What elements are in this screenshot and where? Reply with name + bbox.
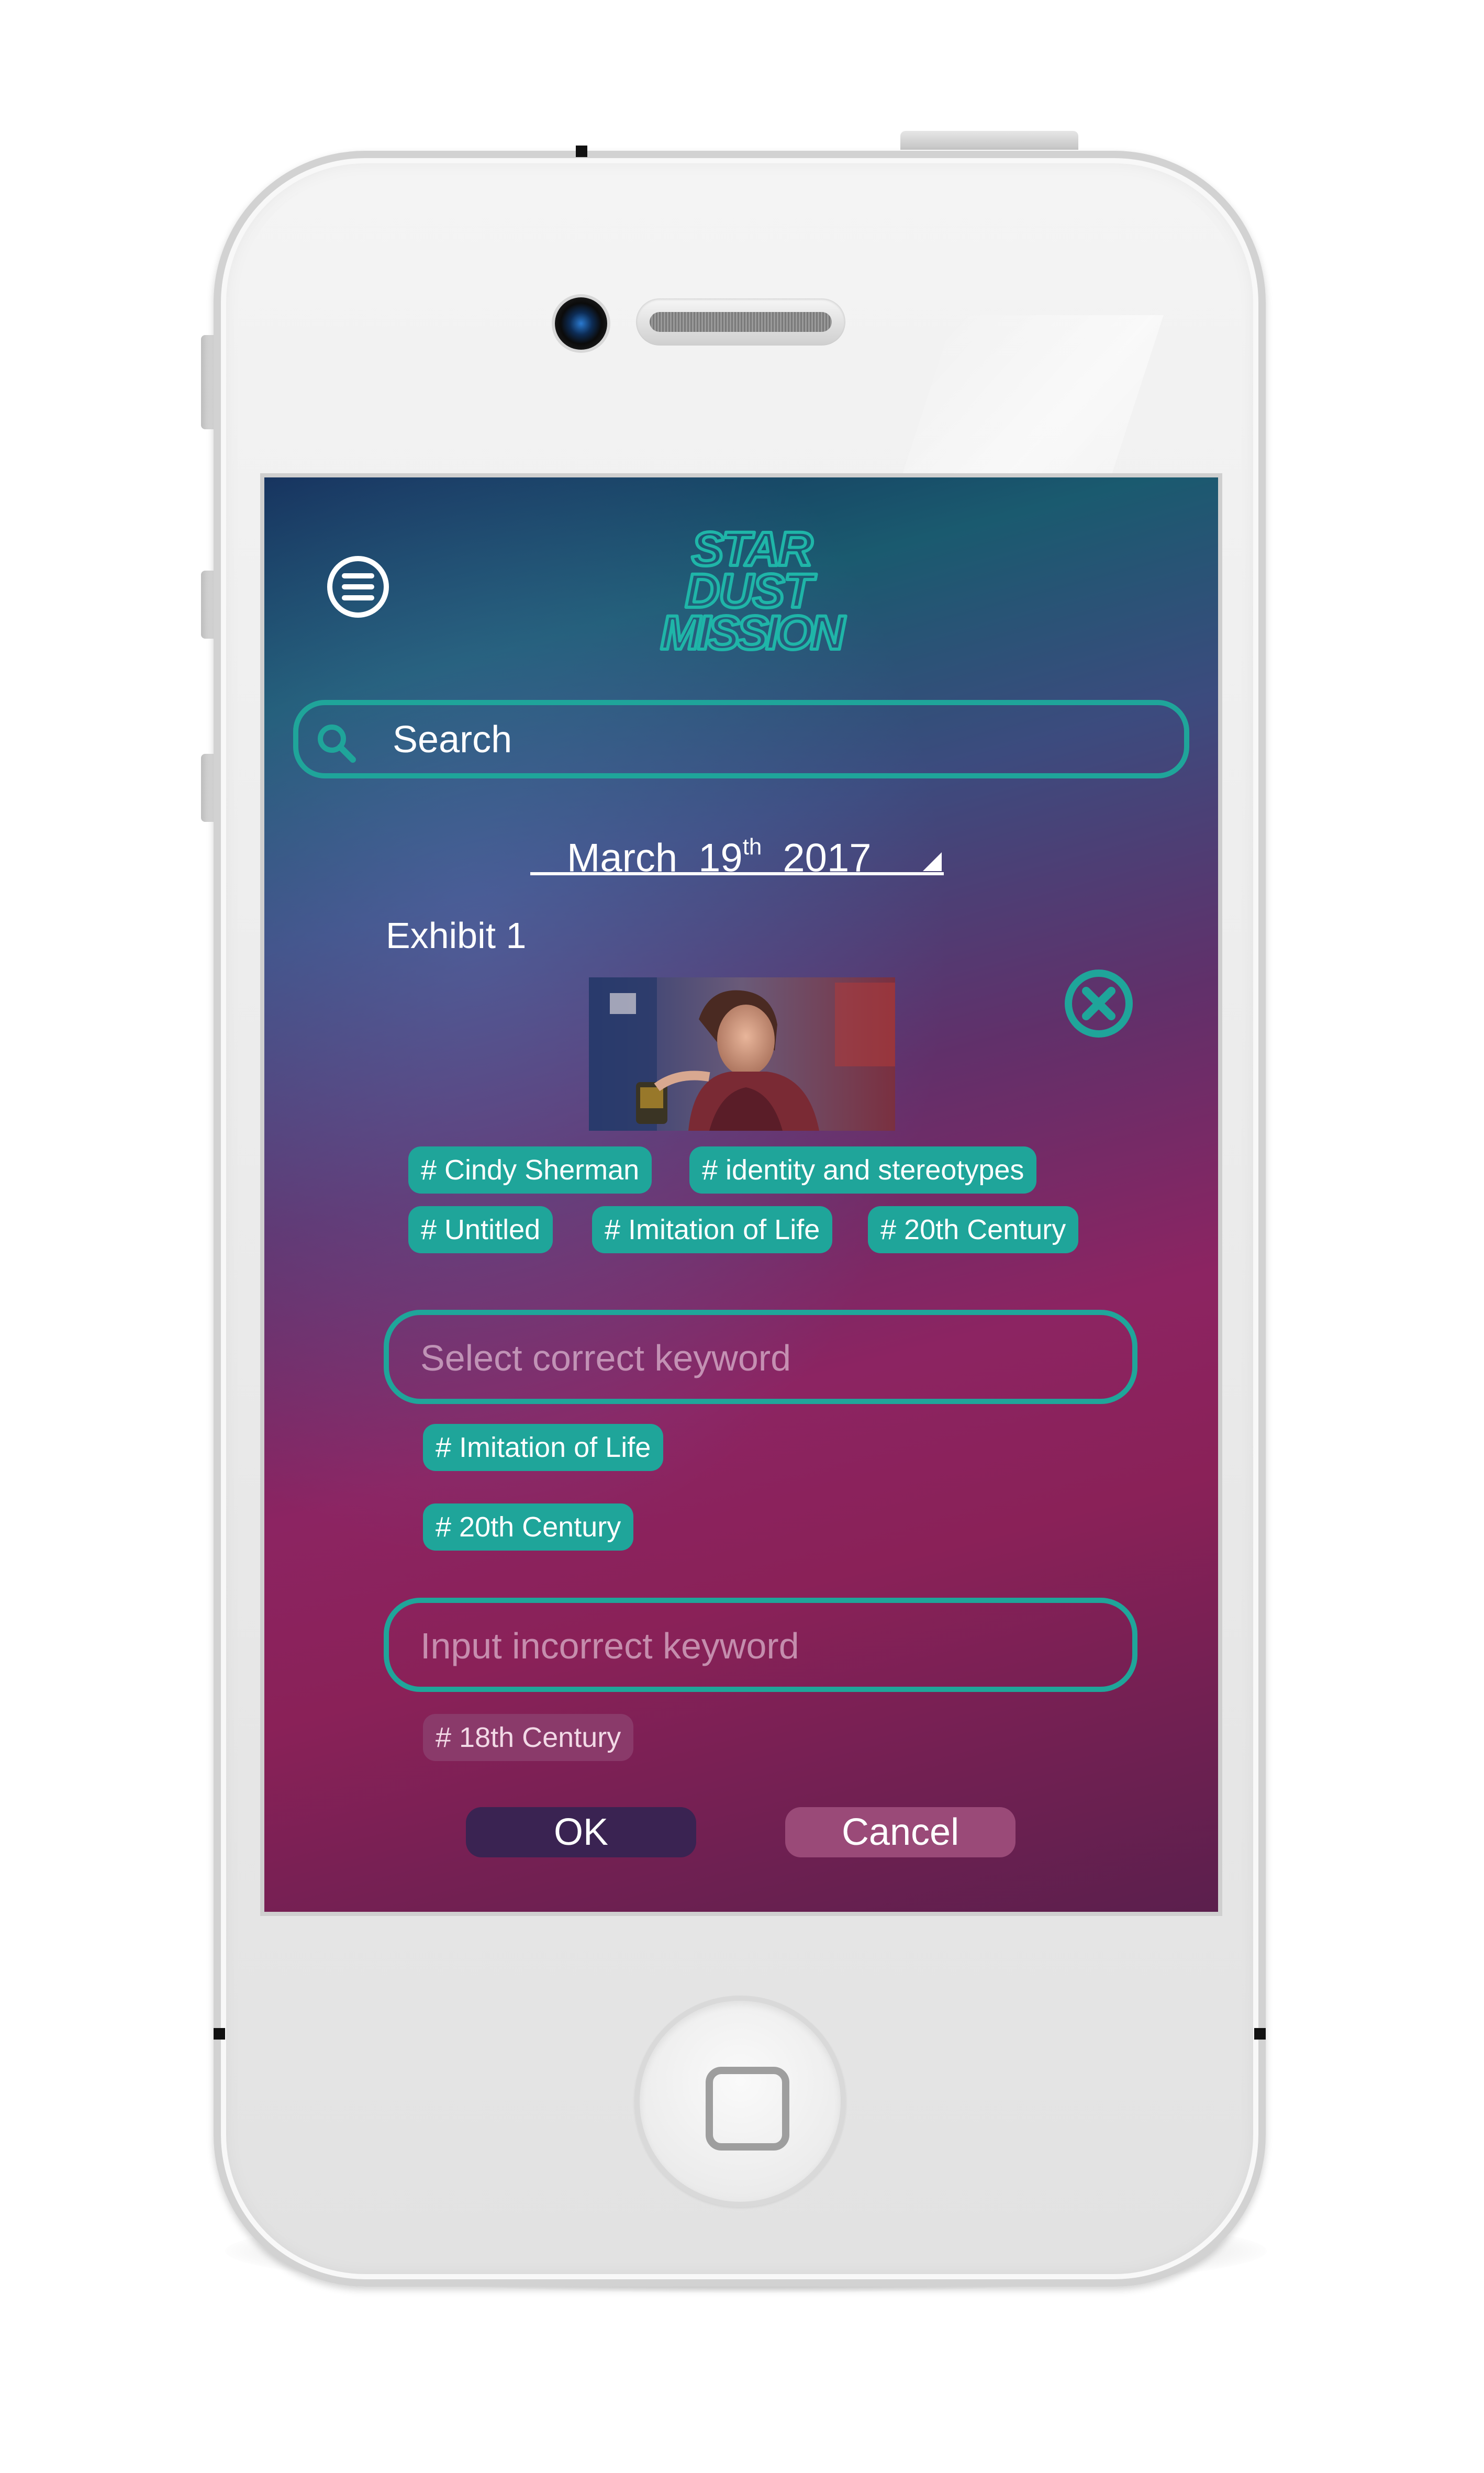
logo-line-3: MISSION (661, 606, 846, 655)
date-year: 2017 (783, 836, 872, 881)
date-dropdown[interactable]: March 19th 2017 (530, 823, 944, 879)
front-camera (555, 297, 607, 350)
correct-keyword-input[interactable] (420, 1337, 1048, 1379)
exhibit-photo[interactable] (589, 977, 895, 1131)
search-label: Search (393, 719, 512, 761)
keyword-tag[interactable]: # Imitation of Life (592, 1206, 833, 1253)
exhibit-title: Exhibit 1 (386, 915, 527, 956)
date-day-suffix: th (742, 834, 762, 860)
keyword-tag[interactable]: # Untitled (408, 1206, 553, 1253)
power-button (900, 131, 1078, 150)
date-day: 19 (698, 836, 743, 881)
menu-icon-bar (342, 573, 374, 578)
dropdown-triangle-icon (923, 852, 942, 871)
incorrect-keyword-input[interactable] (420, 1625, 1048, 1667)
search-icon (318, 725, 356, 763)
keyword-tag[interactable]: # 20th Century (868, 1206, 1079, 1253)
phone-notch-marker (576, 146, 587, 157)
menu-icon-bar (342, 595, 374, 600)
date-month: March (567, 836, 678, 881)
volume-up-button (201, 571, 215, 639)
date-value: March 19th 2017 (567, 829, 871, 879)
cancel-button[interactable]: Cancel (785, 1807, 1016, 1857)
home-button[interactable] (634, 1996, 846, 2207)
phone-edge-marker (214, 2028, 225, 2040)
app-logo: STAR DUST MISSION (659, 525, 851, 655)
mute-switch (201, 335, 215, 429)
keyword-tag[interactable]: # identity and stereotypes (689, 1146, 1037, 1194)
menu-icon-bar (342, 584, 374, 589)
selected-correct-tag[interactable]: # Imitation of Life (423, 1424, 664, 1471)
ok-button[interactable]: OK (466, 1807, 696, 1857)
search-bar[interactable]: Search (293, 700, 1189, 778)
entered-incorrect-tag[interactable]: # 18th Century (423, 1714, 634, 1761)
home-square-icon (706, 2067, 789, 2151)
app-screen: STAR DUST MISSION Search March 19th 2017 E… (264, 477, 1218, 1912)
correct-keyword-field[interactable] (384, 1310, 1137, 1404)
phone-edge-marker (1254, 2028, 1266, 2040)
close-circle-icon[interactable] (1062, 967, 1135, 1040)
volume-down-button (201, 754, 215, 822)
keyword-tag[interactable]: # Cindy Sherman (408, 1146, 652, 1194)
earpiece-speaker (636, 298, 845, 346)
selected-correct-tag[interactable]: # 20th Century (423, 1503, 634, 1551)
menu-button[interactable] (327, 556, 389, 618)
incorrect-keyword-field[interactable] (384, 1598, 1137, 1692)
